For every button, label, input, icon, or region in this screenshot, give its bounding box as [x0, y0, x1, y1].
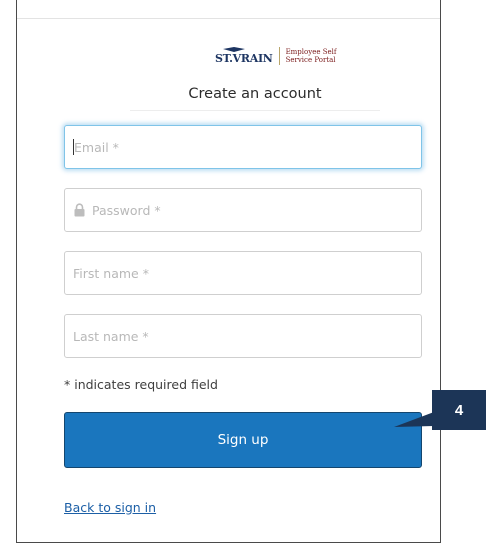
callout-arrow-icon: [394, 412, 434, 427]
logo-divider: [278, 47, 280, 65]
first-name-field[interactable]: [64, 251, 422, 295]
title-divider: [130, 110, 380, 111]
back-to-sign-in-link[interactable]: Back to sign in: [64, 500, 156, 515]
lock-icon: [74, 203, 85, 217]
step-callout-badge: 4: [432, 390, 486, 430]
first-name-input[interactable]: [73, 265, 373, 281]
sign-up-button[interactable]: Sign up: [64, 412, 422, 468]
sign-up-label: Sign up: [217, 432, 269, 448]
st-vrain-logo: ST.VRAIN Employee Self Service Portal: [215, 43, 336, 69]
last-name-field[interactable]: [64, 314, 422, 358]
logo-mark-text: ST.VRAIN: [215, 52, 273, 65]
last-name-input[interactable]: [73, 328, 373, 344]
step-number: 4: [454, 401, 464, 419]
required-field-note: * indicates required field: [64, 377, 218, 392]
password-field[interactable]: [64, 188, 422, 232]
page-title: Create an account: [188, 86, 322, 102]
password-input[interactable]: [92, 202, 392, 218]
logo-portal-text: Employee Self Service Portal: [285, 48, 337, 64]
card-top-divider: [17, 18, 440, 19]
email-input[interactable]: [74, 139, 374, 155]
email-field[interactable]: [64, 125, 422, 169]
logo-mark: ST.VRAIN: [215, 47, 273, 65]
